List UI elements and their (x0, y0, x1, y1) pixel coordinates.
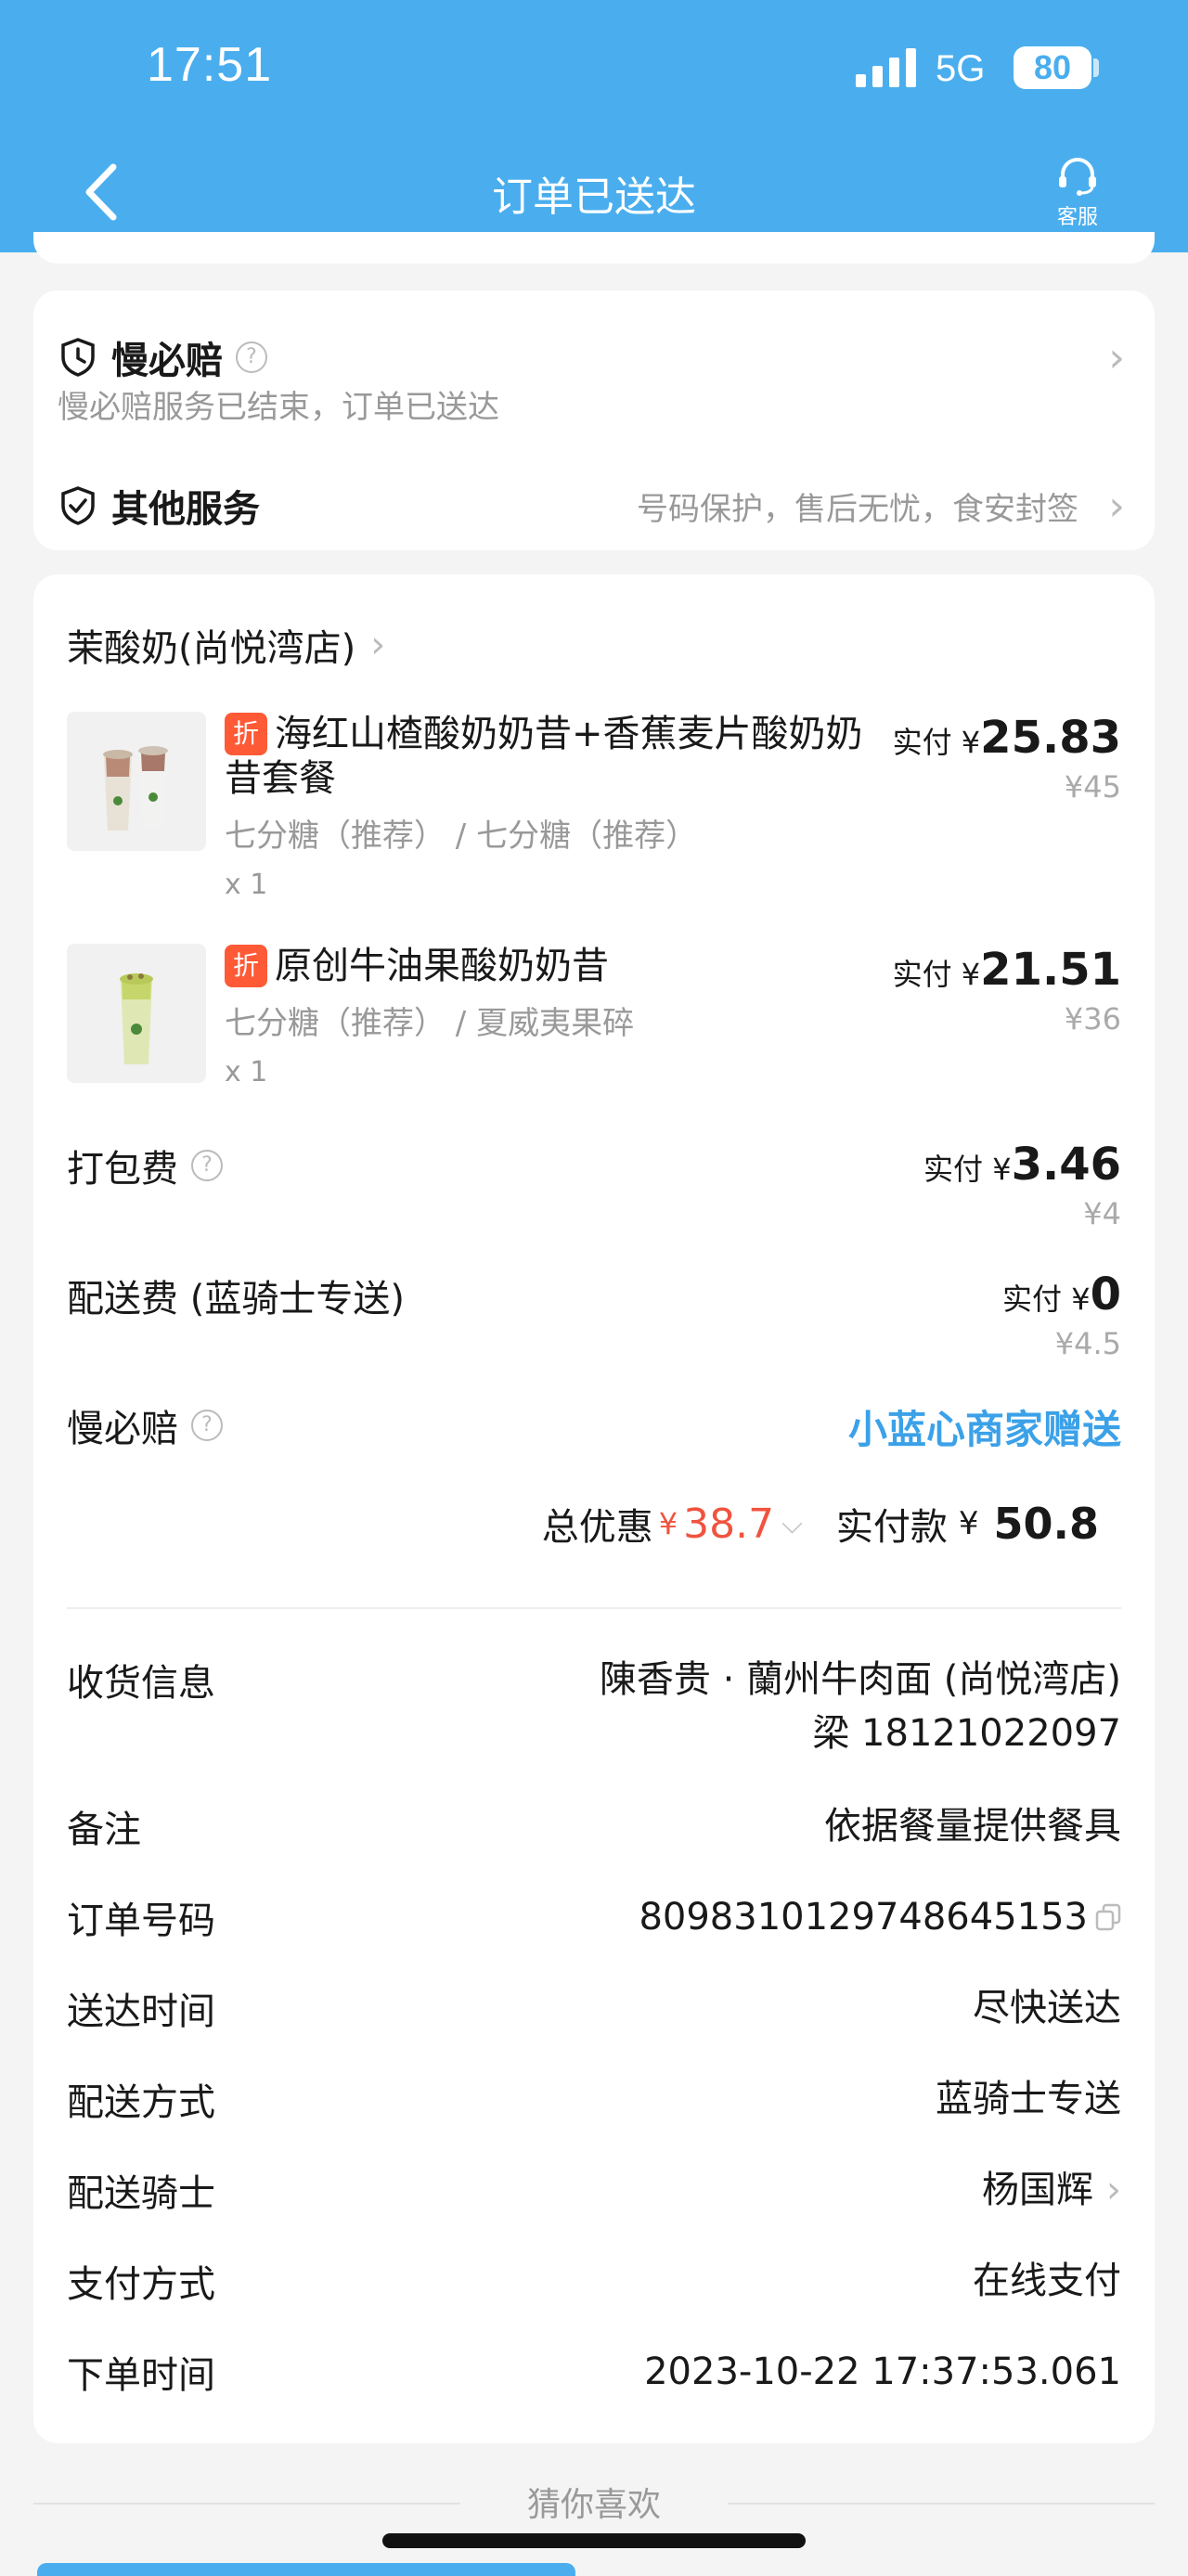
previous-card-edge (33, 232, 1155, 264)
order-number-row: 订单号码 8098310129748645153 (67, 1890, 1121, 1946)
item-original-price: ¥45 (1064, 769, 1121, 805)
delivery-fee-label: 配送费 (蓝骑士专送) (67, 1278, 405, 1320)
packing-fee-original: ¥4 (1083, 1196, 1121, 1231)
battery-icon: 80 (1014, 46, 1091, 89)
note-label: 备注 (67, 1809, 141, 1851)
signal-icon (856, 48, 916, 87)
order-item[interactable]: 折原创牛油果酸奶奶昔 七分糖（推荐） / 夏威夷果碎 x 1 实付 ¥21.51… (67, 944, 1121, 1129)
packing-fee-label: 打包费 (67, 1148, 178, 1191)
payment-row: 支付方式 在线支付 (67, 2254, 1121, 2310)
slow-pay-desc: 慢必赔服务已结束，订单已送达 (58, 389, 499, 426)
help-icon[interactable]: ? (191, 1150, 223, 1181)
header-bar: 17:51 5G 80 订单已送达 客服 (0, 0, 1188, 252)
delivery-fee-row: 配送费 (蓝骑士专送) 实付 ¥0 ¥4.5 (67, 1269, 1121, 1389)
receiver-info-row: 收货信息 陳香贵 · 蘭州牛肉面 (尚悦湾店) 梁 18121022097 (67, 1653, 1121, 1764)
divider (67, 1607, 1121, 1609)
discount-label: 总优惠 (541, 1506, 653, 1549)
delivery-time-value: 尽快送达 (973, 1987, 1121, 2029)
rider-label: 配送骑士 (67, 2172, 215, 2215)
copy-icon[interactable] (1095, 1903, 1121, 1931)
discount-amount: 38.7 (683, 1500, 775, 1548)
receiver-label: 收货信息 (67, 1662, 215, 1705)
shield-check-icon (61, 486, 95, 525)
paid-label: 实付 ¥ (1002, 1282, 1091, 1317)
order-number-label: 订单号码 (67, 1900, 215, 1942)
item-name: 海红山楂酸奶奶昔+香蕉麦片酸奶奶昔套餐 (225, 713, 863, 800)
chevron-down-icon[interactable]: ⌵ (781, 1508, 803, 1540)
service-card: 慢必赔 ? › 慢必赔服务已结束，订单已送达 其他服务 号码保护，售后无忧，食安… (33, 290, 1155, 550)
recommend-card-edge (37, 2563, 575, 2576)
shop-link[interactable]: 茉酸奶(尚悦湾店) › (67, 612, 385, 678)
delivery-method-value: 蓝骑士专送 (936, 2078, 1121, 2120)
help-icon[interactable]: ? (236, 341, 267, 373)
delivery-fee-original: ¥4.5 (1054, 1326, 1121, 1361)
totals-row: 总优惠 ¥ 38.7 ⌵ 实付款 ¥ 50.8 (542, 1491, 1099, 1556)
paid-label: 实付 ¥ (892, 957, 981, 992)
paid-total-amount: 50.8 (993, 1499, 1100, 1549)
note-value: 依据餐量提供餐具 (824, 1805, 1121, 1848)
receiver-address: 陳香贵 · 蘭州牛肉面 (尚悦湾店) (599, 1658, 1121, 1701)
order-item[interactable]: 折海红山楂酸奶奶昔+香蕉麦片酸奶奶昔套餐 七分糖（推荐） / 七分糖（推荐） x… (67, 712, 1121, 916)
payment-value: 在线支付 (973, 2260, 1121, 2302)
receiver-phone: 梁 18121022097 (812, 1712, 1121, 1755)
chevron-right-icon: › (370, 624, 386, 666)
paid-total-label: 实付款 (835, 1506, 948, 1549)
item-name: 原创牛油果酸奶奶昔 (275, 945, 609, 987)
item-spec: 七分糖（推荐） / 夏威夷果碎 (225, 1005, 635, 1042)
item-qty: x 1 (225, 869, 268, 901)
packing-fee-row: 打包费 ? 实付 ¥3.46 ¥4 (67, 1139, 1121, 1259)
rider-row[interactable]: 配送骑士 杨国辉 › (67, 2163, 1121, 2219)
other-service-title: 其他服务 (111, 488, 260, 531)
shop-name: 茉酸奶(尚悦湾店) (67, 627, 356, 670)
order-number-value: 8098310129748645153 (639, 1896, 1088, 1938)
delivery-time-label: 送达时间 (67, 1990, 215, 2033)
discount-currency: ¥ (658, 1506, 678, 1541)
delivery-fee-paid: 0 (1090, 1269, 1121, 1320)
status-time: 17:51 (147, 38, 273, 92)
order-card: 茉酸奶(尚悦湾店) › 折海红山楂酸奶奶昔+香蕉麦片酸奶奶昔套餐 七分糖（推荐）… (33, 574, 1155, 2443)
back-button[interactable] (76, 160, 128, 225)
product-image (67, 712, 206, 851)
chevron-right-icon: › (1106, 2169, 1121, 2211)
paid-label: 实付 ¥ (892, 725, 981, 760)
clock-icon (61, 338, 95, 377)
order-time-value: 2023-10-22 17:37:53.061 (644, 2351, 1121, 2393)
note-row: 备注 依据餐量提供餐具 (67, 1799, 1121, 1855)
delivery-method-label: 配送方式 (67, 2081, 215, 2124)
discount-badge: 折 (225, 713, 267, 755)
recommend-title: 猜你喜欢 (526, 2486, 661, 2524)
slow-pay-row: 慢必赔 ? 小蓝心商家赠送 (67, 1398, 1121, 1473)
customer-service-button[interactable]: 客服 (1043, 156, 1112, 230)
chevron-right-icon: › (1108, 482, 1125, 530)
slow-pay-label: 慢必赔 (67, 1408, 178, 1450)
item-spec: 七分糖（推荐） / 七分糖（推荐） (225, 818, 698, 855)
headset-icon (1059, 158, 1096, 196)
item-paid-price: 25.83 (980, 712, 1121, 764)
order-time-row: 下单时间 2023-10-22 17:37:53.061 (67, 2345, 1121, 2401)
delivery-time-row: 送达时间 尽快送达 (67, 1981, 1121, 2037)
discount-badge: 折 (225, 945, 267, 987)
payment-label: 支付方式 (67, 2263, 215, 2306)
packing-fee-paid: 3.46 (1011, 1139, 1121, 1191)
product-image (67, 944, 206, 1083)
rider-name: 杨国辉 (982, 2169, 1093, 2211)
network-type: 5G (936, 48, 986, 89)
other-service-row[interactable]: 其他服务 号码保护，售后无忧，食安封签 › (58, 469, 1130, 543)
home-indicator[interactable] (382, 2533, 806, 2548)
item-original-price: ¥36 (1064, 1001, 1121, 1037)
delivery-method-row: 配送方式 蓝骑士专送 (67, 2072, 1121, 2128)
chevron-right-icon: › (1108, 333, 1125, 381)
help-icon[interactable]: ? (191, 1410, 223, 1441)
item-qty: x 1 (225, 1056, 268, 1088)
slow-pay-title: 慢必赔 (111, 340, 223, 382)
battery-tip (1093, 58, 1099, 77)
slow-pay-gift: 小蓝心商家赠送 (847, 1407, 1121, 1452)
customer-service-label: 客服 (1056, 206, 1098, 229)
paid-total-currency: ¥ (958, 1505, 979, 1542)
other-service-desc: 号码保护，售后无忧，食安封签 (637, 490, 1078, 528)
page-title: 订单已送达 (492, 174, 696, 221)
item-paid-price: 21.51 (980, 944, 1121, 996)
order-time-label: 下单时间 (67, 2354, 215, 2397)
paid-label: 实付 ¥ (923, 1152, 1012, 1187)
